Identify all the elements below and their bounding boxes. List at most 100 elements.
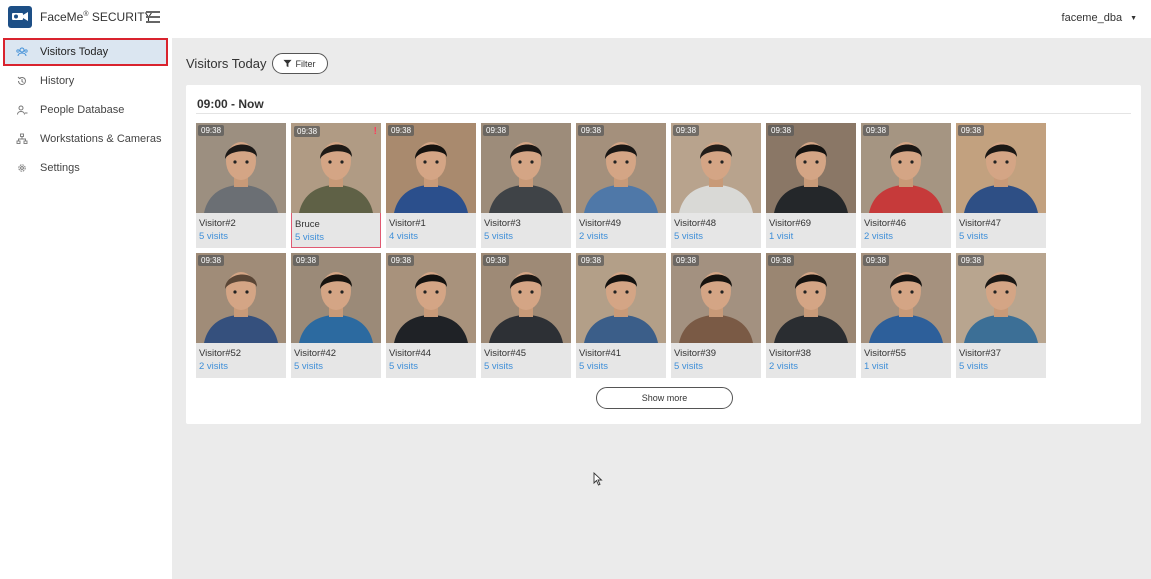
visit-count-link[interactable]: 2 visits: [864, 231, 893, 242]
visitor-tile[interactable]: 09:38 Visitor#1 4 visits: [386, 123, 476, 248]
timestamp-badge: 09:38: [293, 255, 320, 266]
visit-count-link[interactable]: 5 visits: [295, 232, 324, 243]
time-range-title: 09:00 - Now: [197, 97, 264, 111]
timestamp-badge: 09:38: [958, 255, 985, 266]
visitor-name: Visitor#48: [674, 218, 717, 229]
visitor-name: Bruce: [295, 219, 320, 230]
visitor-photo: [766, 123, 856, 213]
visitor-tile[interactable]: 09:38 Visitor#47 5 visits: [956, 123, 1046, 248]
timestamp-badge: 09:38: [388, 255, 415, 266]
filter-button[interactable]: Filter: [272, 53, 329, 74]
username: faceme_dba: [1061, 12, 1123, 24]
visitor-name: Visitor#41: [579, 348, 622, 359]
visit-count-link[interactable]: 5 visits: [674, 361, 703, 372]
visitor-name: Visitor#3: [484, 218, 521, 229]
timestamp-badge: 09:38: [768, 125, 795, 136]
visit-count-link[interactable]: 2 visits: [579, 231, 608, 242]
visitor-tile[interactable]: 09:38! Bruce 5 visits: [291, 123, 381, 248]
timestamp-badge: 09:38: [388, 125, 415, 136]
filter-label: Filter: [295, 58, 316, 69]
timestamp-badge: 09:38: [483, 125, 510, 136]
sidebar-item-visitors-today[interactable]: Visitors Today: [3, 38, 168, 66]
visit-count-link[interactable]: 5 visits: [484, 361, 513, 372]
visitor-photo: [861, 253, 951, 343]
filter-icon: [283, 59, 293, 68]
visitor-tile[interactable]: 09:38 Visitor#42 5 visits: [291, 253, 381, 378]
visit-count-link[interactable]: 2 visits: [769, 361, 798, 372]
visitor-tile[interactable]: 09:38 Visitor#3 5 visits: [481, 123, 571, 248]
visit-count-link[interactable]: 5 visits: [959, 361, 988, 372]
visit-count-link[interactable]: 5 visits: [389, 361, 418, 372]
timestamp-badge: 09:38: [958, 125, 985, 136]
visitor-tile[interactable]: 09:38 Visitor#69 1 visit: [766, 123, 856, 248]
visitor-photo: [861, 123, 951, 213]
visit-count-link[interactable]: 1 visit: [864, 361, 888, 372]
visitor-name: Visitor#42: [294, 348, 337, 359]
visitor-tile[interactable]: 09:38 Visitor#48 5 visits: [671, 123, 761, 248]
divider: [196, 113, 1131, 114]
visitor-photo: [956, 123, 1046, 213]
timestamp-badge: 09:38: [198, 255, 225, 266]
timestamp-badge: 09:38: [673, 125, 700, 136]
sidebar-item-history[interactable]: History: [0, 66, 172, 95]
visit-count-link[interactable]: 2 visits: [199, 361, 228, 372]
show-more-button[interactable]: Show more: [596, 387, 733, 409]
visit-count-link[interactable]: 5 visits: [959, 231, 988, 242]
visitor-tile[interactable]: 09:38 Visitor#41 5 visits: [576, 253, 666, 378]
visit-count-link[interactable]: 5 visits: [674, 231, 703, 242]
timestamp-badge: 09:38: [578, 255, 605, 266]
sidebar-item-label: People Database: [40, 103, 125, 116]
sidebar-item-label: Workstations & Cameras: [40, 132, 162, 145]
user-menu[interactable]: faceme_dba ▼: [1062, 12, 1137, 24]
sidebar-item-workstations-cameras[interactable]: Workstations & Cameras: [0, 124, 172, 153]
menu-toggle-icon[interactable]: [146, 11, 160, 23]
timestamp-badge: 09:38: [863, 255, 890, 266]
visitor-name: Visitor#37: [959, 348, 1002, 359]
visit-count-link[interactable]: 5 visits: [579, 361, 608, 372]
visitor-tile[interactable]: 09:38 Visitor#37 5 visits: [956, 253, 1046, 378]
visitor-photo: [671, 123, 761, 213]
visitor-name: Visitor#47: [959, 218, 1002, 229]
visitor-name: Visitor#38: [769, 348, 812, 359]
timestamp-badge: 09:38: [768, 255, 795, 266]
visitor-photo: [576, 253, 666, 343]
visitor-tile[interactable]: 09:38 Visitor#49 2 visits: [576, 123, 666, 248]
sidebar-item-settings[interactable]: Settings: [0, 153, 172, 182]
visit-count-link[interactable]: 1 visit: [769, 231, 793, 242]
visitor-photo: [196, 123, 286, 213]
top-bar: FaceMe® SECURITY faceme_dba ▼: [0, 0, 1151, 38]
brand[interactable]: FaceMe® SECURITY: [8, 6, 153, 28]
page-title: Visitors Today: [186, 56, 267, 71]
visitor-tile[interactable]: 09:38 Visitor#46 2 visits: [861, 123, 951, 248]
visitor-photo: [671, 253, 761, 343]
network-icon: [16, 133, 28, 145]
mouse-cursor-icon: [593, 471, 603, 489]
sidebar-item-label: Settings: [40, 161, 80, 174]
faceme-logo-icon: [8, 6, 32, 28]
visit-count-link[interactable]: 4 visits: [389, 231, 418, 242]
visitor-tile[interactable]: 09:38 Visitor#52 2 visits: [196, 253, 286, 378]
visitor-name: Visitor#46: [864, 218, 907, 229]
visitor-tile[interactable]: 09:38 Visitor#2 5 visits: [196, 123, 286, 248]
visitor-tile[interactable]: 09:38 Visitor#39 5 visits: [671, 253, 761, 378]
visitor-photo: [291, 253, 381, 343]
visitor-photo: [481, 253, 571, 343]
visitor-photo: [386, 123, 476, 213]
alert-icon: !: [373, 126, 377, 137]
sidebar-item-people-database[interactable]: People Database: [0, 95, 172, 124]
timestamp-badge: 09:38: [863, 125, 890, 136]
visit-count-link[interactable]: 5 visits: [484, 231, 513, 242]
visit-count-link[interactable]: 5 visits: [199, 231, 228, 242]
sidebar-item-label: History: [40, 74, 75, 87]
visitor-name: Visitor#55: [864, 348, 907, 359]
timestamp-badge: 09:38: [673, 255, 700, 266]
page-header: Visitors Today Filter: [186, 53, 329, 74]
visitor-tile[interactable]: 09:38 Visitor#44 5 visits: [386, 253, 476, 378]
visitor-tile[interactable]: 09:38 Visitor#38 2 visits: [766, 253, 856, 378]
gear-icon: [16, 162, 28, 174]
timestamp-badge: 09:38: [483, 255, 510, 266]
visit-count-link[interactable]: 5 visits: [294, 361, 323, 372]
visitor-tile[interactable]: 09:38 Visitor#45 5 visits: [481, 253, 571, 378]
visitor-tile[interactable]: 09:38 Visitor#55 1 visit: [861, 253, 951, 378]
visitor-name: Visitor#1: [389, 218, 426, 229]
